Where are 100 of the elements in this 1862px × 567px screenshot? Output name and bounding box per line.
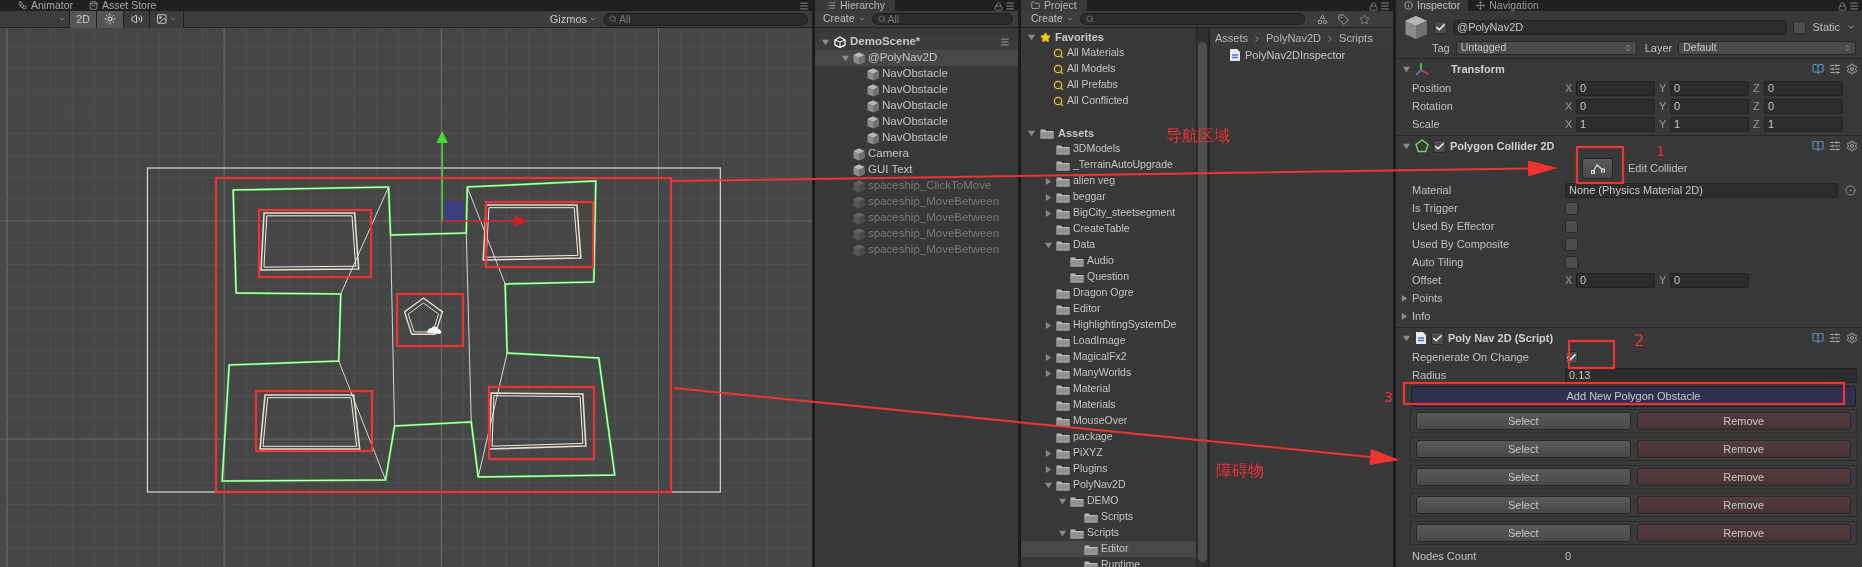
foldout-label[interactable]: Points bbox=[1412, 289, 1443, 307]
expanded-arrow-icon[interactable] bbox=[1402, 64, 1411, 74]
navigation-tab[interactable]: Navigation bbox=[1468, 0, 1547, 11]
folder-item[interactable]: Material bbox=[1021, 381, 1115, 397]
animator-tab[interactable]: Animator bbox=[0, 0, 83, 11]
checkbox[interactable] bbox=[1565, 237, 1578, 251]
expanded-arrow-icon[interactable] bbox=[1402, 333, 1411, 343]
folder-item[interactable]: Materials bbox=[1021, 397, 1120, 413]
folder-item[interactable]: MagicalFx2 bbox=[1021, 349, 1131, 365]
hierarchy-item[interactable]: NavObstacle bbox=[815, 114, 1018, 130]
menu-icon[interactable] bbox=[1000, 37, 1010, 47]
number-field[interactable]: 0 bbox=[1576, 80, 1655, 96]
collapsed-arrow-icon[interactable] bbox=[1400, 311, 1409, 321]
collapsed-arrow-icon[interactable] bbox=[1400, 293, 1409, 303]
create-dropdown[interactable]: Create bbox=[1031, 11, 1074, 27]
checkbox[interactable] bbox=[1431, 331, 1444, 345]
collapsed-arrow-icon[interactable] bbox=[1044, 368, 1053, 378]
number-field[interactable]: 0 bbox=[1576, 98, 1655, 114]
select-button[interactable]: Select bbox=[1416, 412, 1631, 430]
filter-type-icon[interactable] bbox=[1316, 13, 1328, 25]
object-picker-icon[interactable] bbox=[1845, 184, 1856, 196]
folder-item[interactable]: Scripts bbox=[1021, 525, 1124, 541]
star-icon[interactable] bbox=[1358, 13, 1370, 25]
number-field[interactable]: 0 bbox=[1764, 98, 1843, 114]
folder-item[interactable]: ManyWorlds bbox=[1021, 365, 1136, 381]
add-obstacle-button[interactable]: Add New Polygon Obstacle bbox=[1411, 386, 1856, 407]
hierarchy-item[interactable]: NavObstacle bbox=[815, 82, 1018, 98]
favorite-item[interactable]: All Materials bbox=[1021, 45, 1196, 61]
checkbox[interactable] bbox=[1793, 20, 1807, 34]
hierarchy-tab[interactable]: Hierarchy bbox=[815, 0, 895, 11]
object-field[interactable]: None (Physics Material 2D) bbox=[1565, 182, 1838, 198]
collapsed-arrow-icon[interactable] bbox=[1044, 192, 1053, 202]
folder-item[interactable]: LoadImage bbox=[1021, 333, 1130, 349]
folder-item[interactable]: Scripts bbox=[1021, 509, 1138, 525]
lock-icon[interactable] bbox=[1369, 2, 1378, 11]
checkbox[interactable] bbox=[1434, 20, 1447, 34]
select-button[interactable]: Select bbox=[1416, 440, 1631, 458]
sliders-icon[interactable] bbox=[1829, 140, 1841, 152]
folder-item[interactable]: 3DModels bbox=[1021, 141, 1125, 157]
expanded-arrow-icon[interactable] bbox=[821, 37, 830, 47]
create-dropdown[interactable]: Create bbox=[823, 11, 866, 27]
collapsed-arrow-icon[interactable] bbox=[1044, 320, 1053, 330]
menu-icon[interactable] bbox=[1380, 1, 1390, 11]
favorite-item[interactable]: All Conflicted bbox=[1021, 93, 1196, 109]
settings-icon[interactable] bbox=[1846, 63, 1858, 75]
number-field[interactable]: 0.13 bbox=[1565, 367, 1857, 383]
folder-item[interactable]: _TerrainAutoUpgrade bbox=[1021, 157, 1177, 173]
remove-button[interactable]: Remove bbox=[1636, 468, 1851, 486]
folder-item[interactable]: BigCity_steetsegment bbox=[1021, 205, 1180, 221]
help-icon[interactable] bbox=[1812, 332, 1824, 344]
breadcrumb-item[interactable]: Assets bbox=[1215, 30, 1248, 47]
number-field[interactable]: 0 bbox=[1670, 98, 1749, 114]
hierarchy-item[interactable]: NavObstacle bbox=[815, 130, 1018, 146]
edit-collider-button[interactable] bbox=[1582, 158, 1613, 179]
folder-item[interactable]: Editor bbox=[1021, 541, 1196, 557]
breadcrumb-item[interactable]: PolyNav2D bbox=[1266, 30, 1322, 47]
folder-item[interactable]: Audio bbox=[1021, 253, 1118, 269]
search-field[interactable] bbox=[1079, 13, 1305, 25]
breadcrumb-item[interactable]: Scripts bbox=[1339, 30, 1373, 47]
remove-button[interactable]: Remove bbox=[1636, 524, 1851, 542]
expanded-arrow-icon[interactable] bbox=[1027, 32, 1036, 42]
collapsed-arrow-icon[interactable] bbox=[1044, 464, 1053, 474]
checkbox[interactable] bbox=[1565, 255, 1578, 269]
folder-item[interactable]: CreateTable bbox=[1021, 221, 1134, 237]
sliders-icon[interactable] bbox=[1829, 63, 1841, 75]
expanded-arrow-icon[interactable] bbox=[1044, 480, 1053, 490]
help-icon[interactable] bbox=[1812, 63, 1824, 75]
collapsed-arrow-icon[interactable] bbox=[1044, 208, 1053, 218]
hierarchy-item[interactable]: GUI Text bbox=[815, 162, 1018, 178]
menu-icon[interactable] bbox=[799, 1, 809, 11]
lock-icon[interactable] bbox=[994, 2, 1003, 11]
select-button[interactable]: Select bbox=[1416, 524, 1631, 542]
gizmos-dropdown[interactable]: Gizmos bbox=[543, 10, 603, 28]
help-icon[interactable] bbox=[1812, 140, 1824, 152]
expanded-arrow-icon[interactable] bbox=[841, 53, 850, 63]
tag-dropdown[interactable]: Untagged bbox=[1455, 41, 1637, 55]
number-field[interactable]: 1 bbox=[1576, 116, 1655, 132]
collapsed-arrow-icon[interactable] bbox=[1044, 176, 1053, 186]
inspector-tab[interactable]: Inspector bbox=[1396, 0, 1469, 11]
hierarchy-item[interactable]: NavObstacle bbox=[815, 66, 1018, 82]
number-field[interactable]: 0 bbox=[1576, 272, 1655, 288]
expanded-arrow-icon[interactable] bbox=[1027, 128, 1036, 138]
folder-item[interactable]: alien veg bbox=[1021, 173, 1120, 189]
hierarchy-item[interactable]: @PolyNav2D bbox=[815, 50, 1018, 66]
remove-button[interactable]: Remove bbox=[1636, 440, 1851, 458]
name-field[interactable]: @PolyNav2D bbox=[1453, 19, 1788, 35]
number-field[interactable]: 1 bbox=[1764, 116, 1843, 132]
project-tab[interactable]: Project bbox=[1021, 0, 1087, 11]
folder-item[interactable]: Plugins bbox=[1021, 461, 1112, 477]
expanded-arrow-icon[interactable] bbox=[1058, 528, 1067, 538]
select-button[interactable]: Select bbox=[1416, 496, 1631, 514]
expanded-arrow-icon[interactable] bbox=[1402, 141, 1411, 151]
checkbox[interactable] bbox=[1565, 219, 1578, 233]
menu-icon[interactable] bbox=[1849, 1, 1859, 11]
collapsed-arrow-icon[interactable] bbox=[1044, 352, 1053, 362]
asset-store-tab[interactable]: Asset Store bbox=[83, 0, 163, 11]
folder-item[interactable]: Editor bbox=[1021, 301, 1105, 317]
expanded-arrow-icon[interactable] bbox=[1044, 240, 1053, 250]
folder-item[interactable]: beggar bbox=[1021, 189, 1110, 205]
checkbox[interactable] bbox=[1433, 139, 1446, 153]
